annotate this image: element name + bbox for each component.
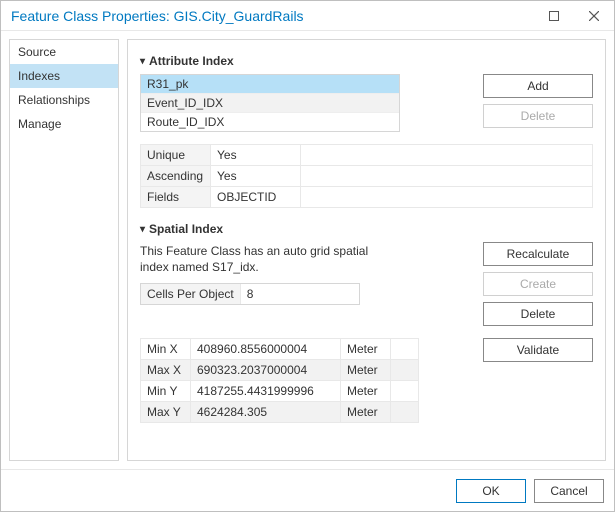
sidebar: Source Indexes Relationships Manage [9, 39, 119, 461]
sidebar-item-relationships[interactable]: Relationships [10, 88, 118, 112]
extent-value: 4187255.4431999996 [191, 381, 341, 402]
extent-row: Min X 408960.8556000004 Meter Max X 6903… [140, 338, 593, 423]
ascending-value: Yes [211, 166, 301, 187]
attribute-index-heading[interactable]: ▾ Attribute Index [140, 54, 593, 68]
extent-value: 408960.8556000004 [191, 339, 341, 360]
extent-value: 4624284.305 [191, 402, 341, 423]
dialog-body: Source Indexes Relationships Manage ▾ At… [1, 31, 614, 469]
recalculate-button[interactable]: Recalculate [483, 242, 593, 266]
extent-label: Max Y [141, 402, 191, 423]
dialog-window: Feature Class Properties: GIS.City_Guard… [0, 0, 615, 512]
sidebar-item-manage[interactable]: Manage [10, 112, 118, 136]
chevron-down-icon: ▾ [140, 56, 145, 67]
attribute-index-props: Unique Yes Ascending Yes Fields OBJECTID [140, 144, 593, 208]
fields-label: Fields [141, 187, 211, 208]
extent-table: Min X 408960.8556000004 Meter Max X 6903… [140, 338, 419, 423]
cancel-button[interactable]: Cancel [534, 479, 604, 503]
spatial-index-buttons: Recalculate Create Delete [483, 242, 593, 326]
attribute-index-label: Attribute Index [149, 54, 234, 68]
extent-unit: Meter [341, 381, 391, 402]
spatial-index-row: This Feature Class has an auto grid spat… [140, 242, 593, 326]
close-button[interactable] [574, 1, 614, 31]
window-title: Feature Class Properties: GIS.City_Guard… [11, 8, 534, 24]
cells-per-object: Cells Per Object 8 [140, 283, 360, 305]
extent-label: Min Y [141, 381, 191, 402]
extent-unit: Meter [341, 402, 391, 423]
attribute-index-buttons: Add Delete [483, 74, 593, 128]
extent-unit: Meter [341, 360, 391, 381]
unique-value: Yes [211, 145, 301, 166]
add-button[interactable]: Add [483, 74, 593, 98]
extent-value: 690323.2037000004 [191, 360, 341, 381]
spatial-index-heading[interactable]: ▾ Spatial Index [140, 222, 593, 236]
extent-label: Max X [141, 360, 191, 381]
extent-unit: Meter [341, 339, 391, 360]
spatial-index-description: This Feature Class has an auto grid spat… [140, 244, 400, 275]
validate-button-col: Validate [483, 338, 593, 362]
delete-spatial-index-button[interactable]: Delete [483, 302, 593, 326]
index-row[interactable]: Event_ID_IDX [141, 94, 399, 113]
index-row[interactable]: Route_ID_IDX [141, 113, 399, 131]
sidebar-item-source[interactable]: Source [10, 40, 118, 64]
delete-attr-index-button: Delete [483, 104, 593, 128]
content-panel: ▾ Attribute Index R31_pk Event_ID_IDX Ro… [127, 39, 606, 461]
dialog-footer: OK Cancel [1, 469, 614, 511]
create-button: Create [483, 272, 593, 296]
ok-button[interactable]: OK [456, 479, 526, 503]
validate-button[interactable]: Validate [483, 338, 593, 362]
cells-per-object-label: Cells Per Object [141, 284, 241, 304]
titlebar: Feature Class Properties: GIS.City_Guard… [1, 1, 614, 31]
maximize-button[interactable] [534, 1, 574, 31]
chevron-down-icon: ▾ [140, 224, 145, 235]
cells-per-object-value: 8 [241, 284, 359, 304]
index-row[interactable]: R31_pk [141, 75, 399, 94]
sidebar-item-indexes[interactable]: Indexes [10, 64, 118, 88]
extent-label: Min X [141, 339, 191, 360]
attribute-index-row: R31_pk Event_ID_IDX Route_ID_IDX Add Del… [140, 74, 593, 132]
fields-value: OBJECTID [211, 187, 301, 208]
unique-label: Unique [141, 145, 211, 166]
spatial-index-label: Spatial Index [149, 222, 223, 236]
ascending-label: Ascending [141, 166, 211, 187]
attribute-index-list[interactable]: R31_pk Event_ID_IDX Route_ID_IDX [140, 74, 400, 132]
